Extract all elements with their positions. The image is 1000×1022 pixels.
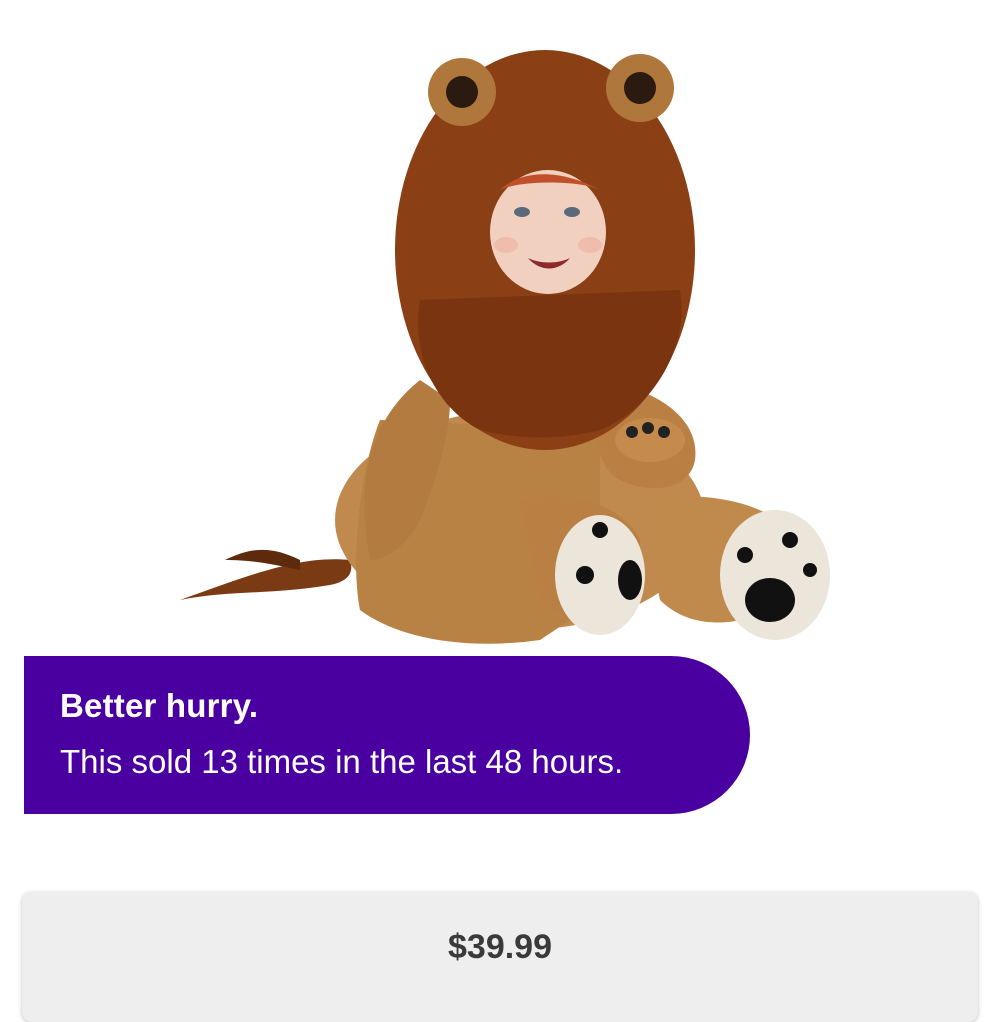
urgency-banner: Better hurry. This sold 13 times in the … (24, 656, 750, 814)
price-card[interactable]: $39.99 (22, 892, 978, 1022)
product-image[interactable] (0, 0, 1000, 660)
product-price: $39.99 (448, 928, 552, 966)
lion-costume-image (180, 50, 830, 644)
urgency-title: Better hurry. (60, 687, 259, 724)
urgency-message: This sold 13 times in the last 48 hours. (60, 743, 624, 780)
